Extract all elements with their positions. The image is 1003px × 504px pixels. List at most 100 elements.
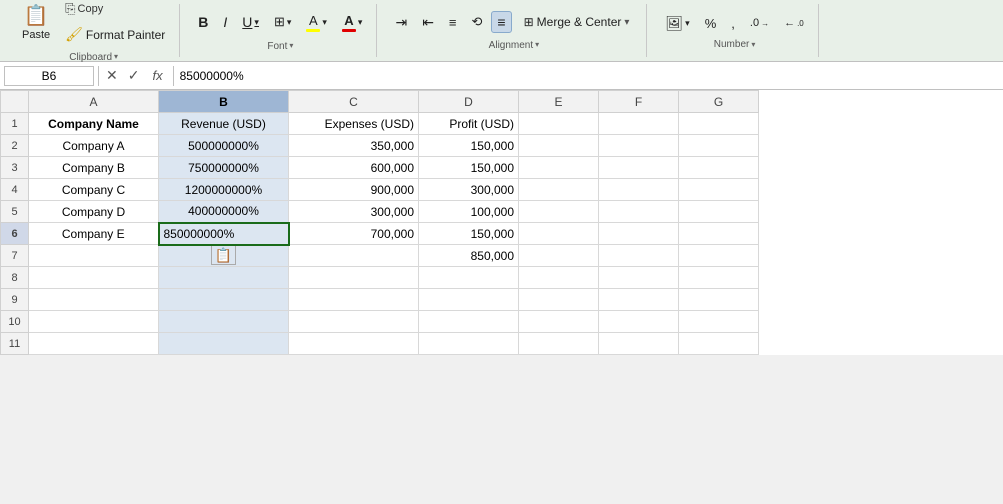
italic-button[interactable]: I	[217, 11, 233, 33]
row-header-6[interactable]: 6	[1, 223, 29, 245]
row-header-2[interactable]: 2	[1, 135, 29, 157]
cell[interactable]: Company D	[29, 201, 159, 223]
decimal-dec-button[interactable]: ← .0	[778, 14, 810, 32]
cell[interactable]	[419, 289, 519, 311]
cell[interactable]: 700,000	[289, 223, 419, 245]
cell[interactable]	[419, 311, 519, 333]
cell[interactable]	[599, 113, 679, 135]
border-dropdown-icon[interactable]: ▾	[287, 17, 292, 28]
highlight-dropdown-icon[interactable]: ▾	[322, 17, 327, 28]
cell[interactable]	[519, 267, 599, 289]
cell[interactable]	[519, 333, 599, 355]
cell[interactable]	[29, 333, 159, 355]
cell[interactable]: 850,000	[419, 245, 519, 267]
cell[interactable]	[519, 179, 599, 201]
cell[interactable]: 1200000000%	[159, 179, 289, 201]
cell[interactable]	[599, 267, 679, 289]
cell[interactable]	[289, 333, 419, 355]
col-header-E[interactable]: E	[519, 91, 599, 113]
cell[interactable]: Company Name	[29, 113, 159, 135]
cell[interactable]	[519, 135, 599, 157]
row-header-7[interactable]: 7	[1, 245, 29, 267]
row-header-9[interactable]: 9	[1, 289, 29, 311]
cell[interactable]	[599, 201, 679, 223]
underline-button[interactable]: U ▾	[236, 11, 265, 33]
cell[interactable]	[599, 135, 679, 157]
cell[interactable]: 600,000	[289, 157, 419, 179]
cell[interactable]: Company A	[29, 135, 159, 157]
cell[interactable]	[29, 289, 159, 311]
col-header-A[interactable]: A	[29, 91, 159, 113]
cell[interactable]	[159, 267, 289, 289]
orientation-button[interactable]: ⟲	[466, 11, 489, 33]
cell[interactable]: 100,000	[419, 201, 519, 223]
cell[interactable]	[519, 113, 599, 135]
cell[interactable]: 300,000	[289, 201, 419, 223]
cell[interactable]	[599, 311, 679, 333]
row-header-3[interactable]: 3	[1, 157, 29, 179]
cell[interactable]: 350,000	[289, 135, 419, 157]
cell[interactable]: Company E	[29, 223, 159, 245]
image-button[interactable]: 🖼 ▾	[659, 12, 695, 35]
cell[interactable]: Revenue (USD)	[159, 113, 289, 135]
col-header-row[interactable]	[1, 91, 29, 113]
cell[interactable]: 900,000	[289, 179, 419, 201]
cell[interactable]	[519, 223, 599, 245]
cell-reference-box[interactable]	[4, 66, 94, 86]
cell[interactable]	[519, 289, 599, 311]
paste-button[interactable]: 📋 Paste	[16, 0, 56, 44]
cell[interactable]: Company C	[29, 179, 159, 201]
cell[interactable]	[419, 333, 519, 355]
alignment-expand-icon[interactable]: ▾	[535, 40, 539, 49]
font-color-dropdown-icon[interactable]: ▾	[358, 17, 363, 28]
row-header-8[interactable]: 8	[1, 267, 29, 289]
cell[interactable]	[679, 267, 759, 289]
decimal-inc-button[interactable]: .0 →	[744, 14, 775, 32]
cell[interactable]: 150,000	[419, 157, 519, 179]
indent-left-button[interactable]: ⇤	[416, 11, 440, 34]
cell[interactable]: Expenses (USD)	[289, 113, 419, 135]
col-header-D[interactable]: D	[419, 91, 519, 113]
cell[interactable]: 850000000%	[159, 223, 289, 245]
cell[interactable]	[289, 267, 419, 289]
cell[interactable]	[289, 245, 419, 267]
cell[interactable]	[679, 289, 759, 311]
number-expand-icon[interactable]: ▾	[751, 40, 755, 49]
formula-confirm-icon[interactable]: ✓	[125, 66, 143, 85]
cell[interactable]: 150,000	[419, 223, 519, 245]
row-header-10[interactable]: 10	[1, 311, 29, 333]
cell[interactable]	[679, 311, 759, 333]
cell[interactable]	[679, 333, 759, 355]
bold-button[interactable]: B	[192, 11, 214, 33]
col-header-C[interactable]: C	[289, 91, 419, 113]
copy-button[interactable]: ⎘ Copy	[59, 0, 171, 20]
cell[interactable]	[599, 333, 679, 355]
cell[interactable]	[679, 201, 759, 223]
cell[interactable]: 150,000	[419, 135, 519, 157]
cell[interactable]	[29, 245, 159, 267]
underline-dropdown-icon[interactable]: ▾	[254, 17, 259, 28]
cell[interactable]	[679, 245, 759, 267]
row-header-4[interactable]: 4	[1, 179, 29, 201]
col-header-G[interactable]: G	[679, 91, 759, 113]
border-button[interactable]: ⊞ ▾	[268, 11, 297, 33]
format-painter-button[interactable]: 🖌 Format Painter	[59, 23, 171, 46]
cell[interactable]	[679, 113, 759, 135]
cell[interactable]	[419, 267, 519, 289]
cell[interactable]	[519, 157, 599, 179]
cell[interactable]: 📋	[159, 245, 289, 267]
col-header-F[interactable]: F	[599, 91, 679, 113]
cell[interactable]	[519, 245, 599, 267]
cell[interactable]	[679, 135, 759, 157]
clipboard-expand-icon[interactable]: ▾	[114, 52, 118, 61]
merge-center-button[interactable]: ⊞ Merge & Center ▾	[515, 11, 639, 33]
formula-cancel-icon[interactable]: ✕	[103, 66, 121, 85]
cell[interactable]	[599, 157, 679, 179]
image-dropdown-icon[interactable]: ▾	[685, 18, 690, 29]
cell[interactable]	[159, 289, 289, 311]
cell[interactable]: 300,000	[419, 179, 519, 201]
cell[interactable]: 400000000%	[159, 201, 289, 223]
row-header-1[interactable]: 1	[1, 113, 29, 135]
align-center-button[interactable]: ≡	[491, 11, 511, 33]
cell[interactable]	[599, 245, 679, 267]
